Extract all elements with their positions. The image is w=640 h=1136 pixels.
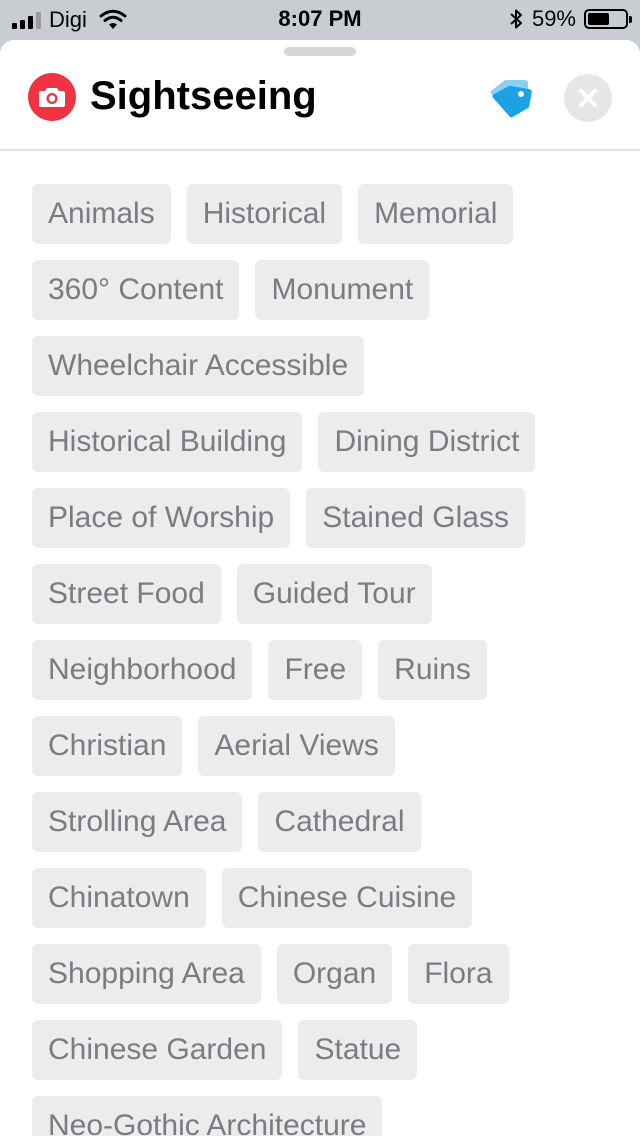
tag-chip[interactable]: Free <box>268 640 363 700</box>
tag-chip[interactable]: Chinese Garden <box>32 1020 283 1080</box>
tag-chip[interactable]: Memorial <box>358 184 514 244</box>
sheet-header: Sightseeing <box>0 40 640 151</box>
tag-chip[interactable]: Historical <box>186 184 343 244</box>
tag-icon <box>490 80 532 118</box>
tag-chip[interactable]: Organ <box>276 944 393 1004</box>
tag-chip[interactable]: Animals <box>32 184 171 244</box>
tag-chip[interactable]: Statue <box>298 1020 418 1080</box>
tag-chip[interactable]: Chinese Cuisine <box>221 868 473 928</box>
tag-chip[interactable]: Strolling Area <box>32 792 243 852</box>
tag-chip[interactable]: Stained Glass <box>306 488 525 548</box>
status-right: 59% <box>508 6 632 31</box>
tag-chip[interactable]: Ruins <box>378 640 487 700</box>
tag-chip[interactable]: Christian <box>32 716 183 776</box>
tag-chip[interactable]: Monument <box>255 260 430 320</box>
tag-chip[interactable]: Aerial Views <box>198 716 395 776</box>
camera-icon <box>28 73 76 121</box>
tag-chip[interactable]: Dining District <box>318 412 536 472</box>
tag-chip[interactable]: Flora <box>408 944 509 1004</box>
tag-chip[interactable]: Shopping Area <box>32 944 261 1004</box>
battery-icon <box>584 9 632 29</box>
tag-chip[interactable]: Neo-Gothic Architecture <box>32 1096 383 1136</box>
tag-chip[interactable]: 360° Content <box>32 260 240 320</box>
battery-level <box>588 13 609 25</box>
close-icon <box>579 89 597 107</box>
tag-chip[interactable]: Street Food <box>32 564 221 624</box>
tag-chip[interactable]: Neighborhood <box>32 640 253 700</box>
tag-chip[interactable]: Wheelchair Accessible <box>32 336 365 396</box>
tag-chip[interactable]: Guided Tour <box>236 564 432 624</box>
tag-chip[interactable]: Chinatown <box>32 868 206 928</box>
page-title: Sightseeing <box>90 74 317 118</box>
close-button[interactable] <box>564 74 612 122</box>
bluetooth-icon <box>510 9 522 29</box>
sightseeing-sheet: Sightseeing Animals Historical Memorial … <box>0 40 640 1136</box>
tag-chip[interactable]: Place of Worship <box>32 488 291 548</box>
tag-chip[interactable]: Historical Building <box>32 412 303 472</box>
battery-percent: 59% <box>531 6 576 31</box>
tag-chip[interactable]: Cathedral <box>258 792 421 852</box>
tag-button[interactable] <box>486 76 534 120</box>
tag-list: Animals Historical Memorial 360° Content… <box>32 184 608 1136</box>
status-bar: Digi 8:07 PM 59% <box>0 0 640 40</box>
